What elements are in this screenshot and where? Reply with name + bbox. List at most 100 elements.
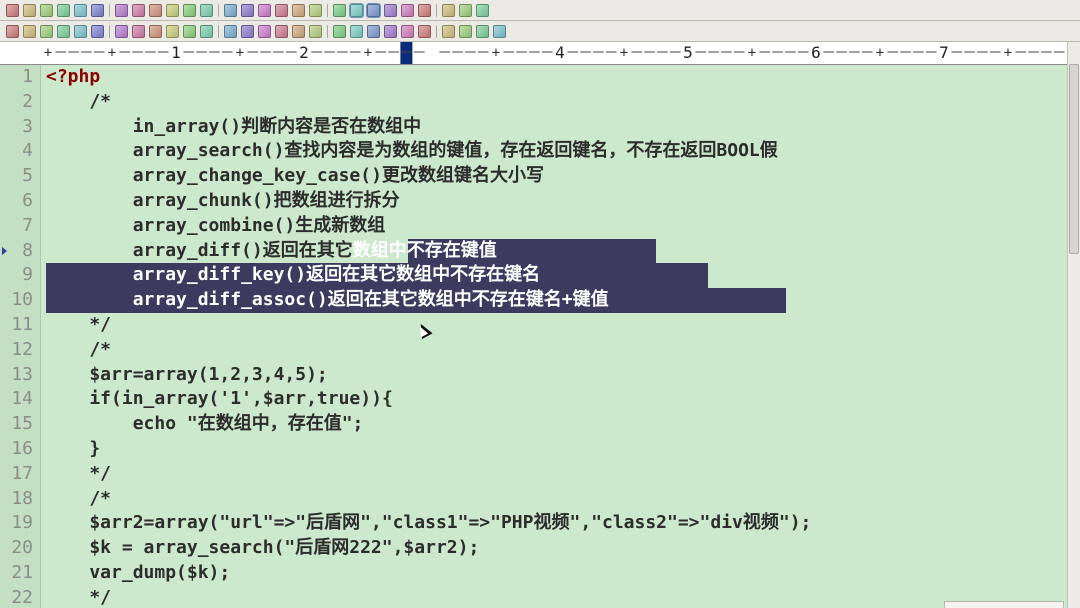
tab-icon[interactable]	[224, 24, 237, 38]
print-icon[interactable]	[91, 3, 104, 17]
code-line[interactable]: */	[46, 313, 111, 338]
code-line[interactable]: array_diff_assoc()返回在其它数组中不存在键名+键值	[46, 288, 609, 313]
align-icon[interactable]	[91, 24, 104, 38]
table-icon[interactable]	[258, 24, 271, 38]
code-line[interactable]: echo "在数组中，存在值";	[46, 412, 364, 437]
input-icon[interactable]	[418, 24, 431, 38]
redo-icon[interactable]	[241, 3, 254, 17]
open-icon[interactable]	[23, 3, 36, 17]
code-line[interactable]: array_change_key_case()更改数组键名大小写	[46, 164, 544, 189]
save-all-icon[interactable]	[57, 3, 70, 17]
scrollbar-thumb[interactable]	[1069, 64, 1079, 254]
underline-icon[interactable]	[57, 24, 70, 38]
ruler-label: 5	[683, 43, 693, 62]
spell-icon[interactable]	[132, 3, 145, 17]
window-icon[interactable]	[401, 3, 414, 17]
window4-icon[interactable]	[459, 3, 472, 17]
code-line[interactable]: $arr=array(1,2,3,4,5);	[46, 363, 327, 388]
code-line[interactable]: if(in_array('1',$arr,true)){	[46, 387, 392, 412]
bookmark-arrow-icon	[2, 246, 7, 255]
code-line[interactable]: in_array()判断内容是否在数组中	[46, 115, 421, 140]
toolbar-separator	[109, 24, 110, 38]
code-line[interactable]: /*	[46, 338, 111, 363]
code-editor[interactable]: 1 2 3 4 5 6 7 8 9 10 11 12 13 14 15 16 17 18 19 20 21 22 <?ph…	[0, 65, 1068, 608]
div-icon[interactable]	[367, 24, 380, 38]
option-icon[interactable]	[476, 24, 489, 38]
span-icon[interactable]	[350, 24, 363, 38]
toolbar-separator	[436, 3, 437, 17]
window3-icon[interactable]	[442, 3, 455, 17]
ruler-label: 4	[555, 43, 565, 62]
pre-icon[interactable]	[309, 24, 322, 38]
toolbar-separator	[218, 3, 219, 17]
code-line[interactable]: */	[46, 462, 111, 487]
comment-icon[interactable]	[333, 24, 346, 38]
button-icon[interactable]	[459, 24, 472, 38]
ruler-major-tick: +	[236, 45, 244, 61]
copy-icon[interactable]	[166, 3, 179, 17]
heading-icon[interactable]	[166, 24, 179, 38]
code-line[interactable]: array_chunk()把数组进行拆分	[46, 189, 400, 214]
cut-icon[interactable]	[149, 3, 162, 17]
code-line[interactable]: /*	[46, 487, 111, 512]
code-line[interactable]: $arr2=array("url"=>"后盾网","class1"=>"PHP视…	[46, 511, 811, 536]
line-number-gutter[interactable]: 1 2 3 4 5 6 7 8 9 10 11 12 13 14 15 16 17 18 19 20 21 22	[0, 65, 41, 608]
hr-icon[interactable]	[200, 24, 213, 38]
find-icon[interactable]	[258, 3, 271, 17]
code-line[interactable]: }	[46, 437, 100, 462]
ruler-label: 6	[811, 43, 821, 62]
sp-icon[interactable]	[384, 24, 397, 38]
tile-icon[interactable]	[384, 3, 397, 17]
paste-icon[interactable]	[183, 3, 196, 17]
ruler-major-tick: +	[492, 45, 500, 61]
code-line[interactable]: /*	[46, 90, 111, 115]
code-line[interactable]: */	[46, 586, 111, 608]
window2-icon[interactable]	[418, 3, 431, 17]
vertical-scrollbar[interactable]	[1067, 42, 1080, 608]
word-wrap-icon[interactable]	[309, 3, 322, 17]
list-icon[interactable]	[366, 2, 381, 18]
line-number: 14	[11, 388, 33, 410]
line-number: 17	[11, 462, 33, 484]
code-line[interactable]: <?php	[46, 65, 100, 90]
table-row-icon[interactable]	[275, 24, 288, 38]
code-line[interactable]: array_diff()返回在其它数组中不存在键值	[46, 239, 497, 264]
code-line[interactable]: array_search()查找内容是为数组的键值，存在返回键名，不存在返回BO…	[46, 139, 778, 164]
table-col-icon[interactable]	[292, 24, 305, 38]
new-icon[interactable]	[6, 3, 19, 17]
tag-icon[interactable]	[6, 24, 19, 38]
line-number: 21	[11, 562, 33, 583]
line-number: 2	[22, 90, 33, 112]
hex-icon[interactable]	[333, 3, 346, 17]
anchor-icon[interactable]	[132, 24, 145, 38]
line-number: 15	[11, 413, 33, 435]
delete-icon[interactable]	[200, 3, 213, 17]
select-icon[interactable]	[442, 24, 455, 38]
link-icon[interactable]	[241, 24, 254, 38]
help-icon[interactable]	[476, 3, 489, 17]
paragraph-icon[interactable]	[149, 24, 162, 38]
toolbar-separator	[327, 3, 328, 17]
code-line[interactable]: array_diff_key()返回在其它数组中不存在键名	[46, 263, 540, 288]
line-number: 20	[11, 537, 33, 559]
replace-icon[interactable]	[275, 3, 288, 17]
image-icon[interactable]	[183, 24, 196, 38]
preview-icon[interactable]	[115, 3, 128, 17]
script-icon[interactable]	[493, 24, 506, 38]
font-color-icon[interactable]	[74, 24, 87, 38]
column-icon[interactable]	[349, 2, 364, 18]
goto-icon[interactable]	[292, 3, 305, 17]
bold-icon[interactable]	[23, 24, 36, 38]
code-text-unselected: array_diff()返回在其它	[46, 239, 353, 261]
code-line[interactable]: $k = array_search("后盾网222",$arr2);	[46, 536, 479, 561]
column-ruler[interactable]: ++1+2+3+4+5+6+7+8	[0, 42, 1080, 65]
code-line[interactable]: var_dump($k);	[46, 561, 230, 586]
ruler-ticks: ++1+2+3+4+5+6+7+8	[44, 42, 1077, 64]
save-icon[interactable]	[40, 3, 53, 17]
italic-icon[interactable]	[40, 24, 53, 38]
form-icon[interactable]	[401, 24, 414, 38]
code-line[interactable]: array_combine()生成新数组	[46, 214, 386, 239]
nbsp-icon[interactable]	[115, 24, 128, 38]
undo-icon[interactable]	[224, 3, 237, 17]
close-icon[interactable]	[74, 3, 87, 17]
